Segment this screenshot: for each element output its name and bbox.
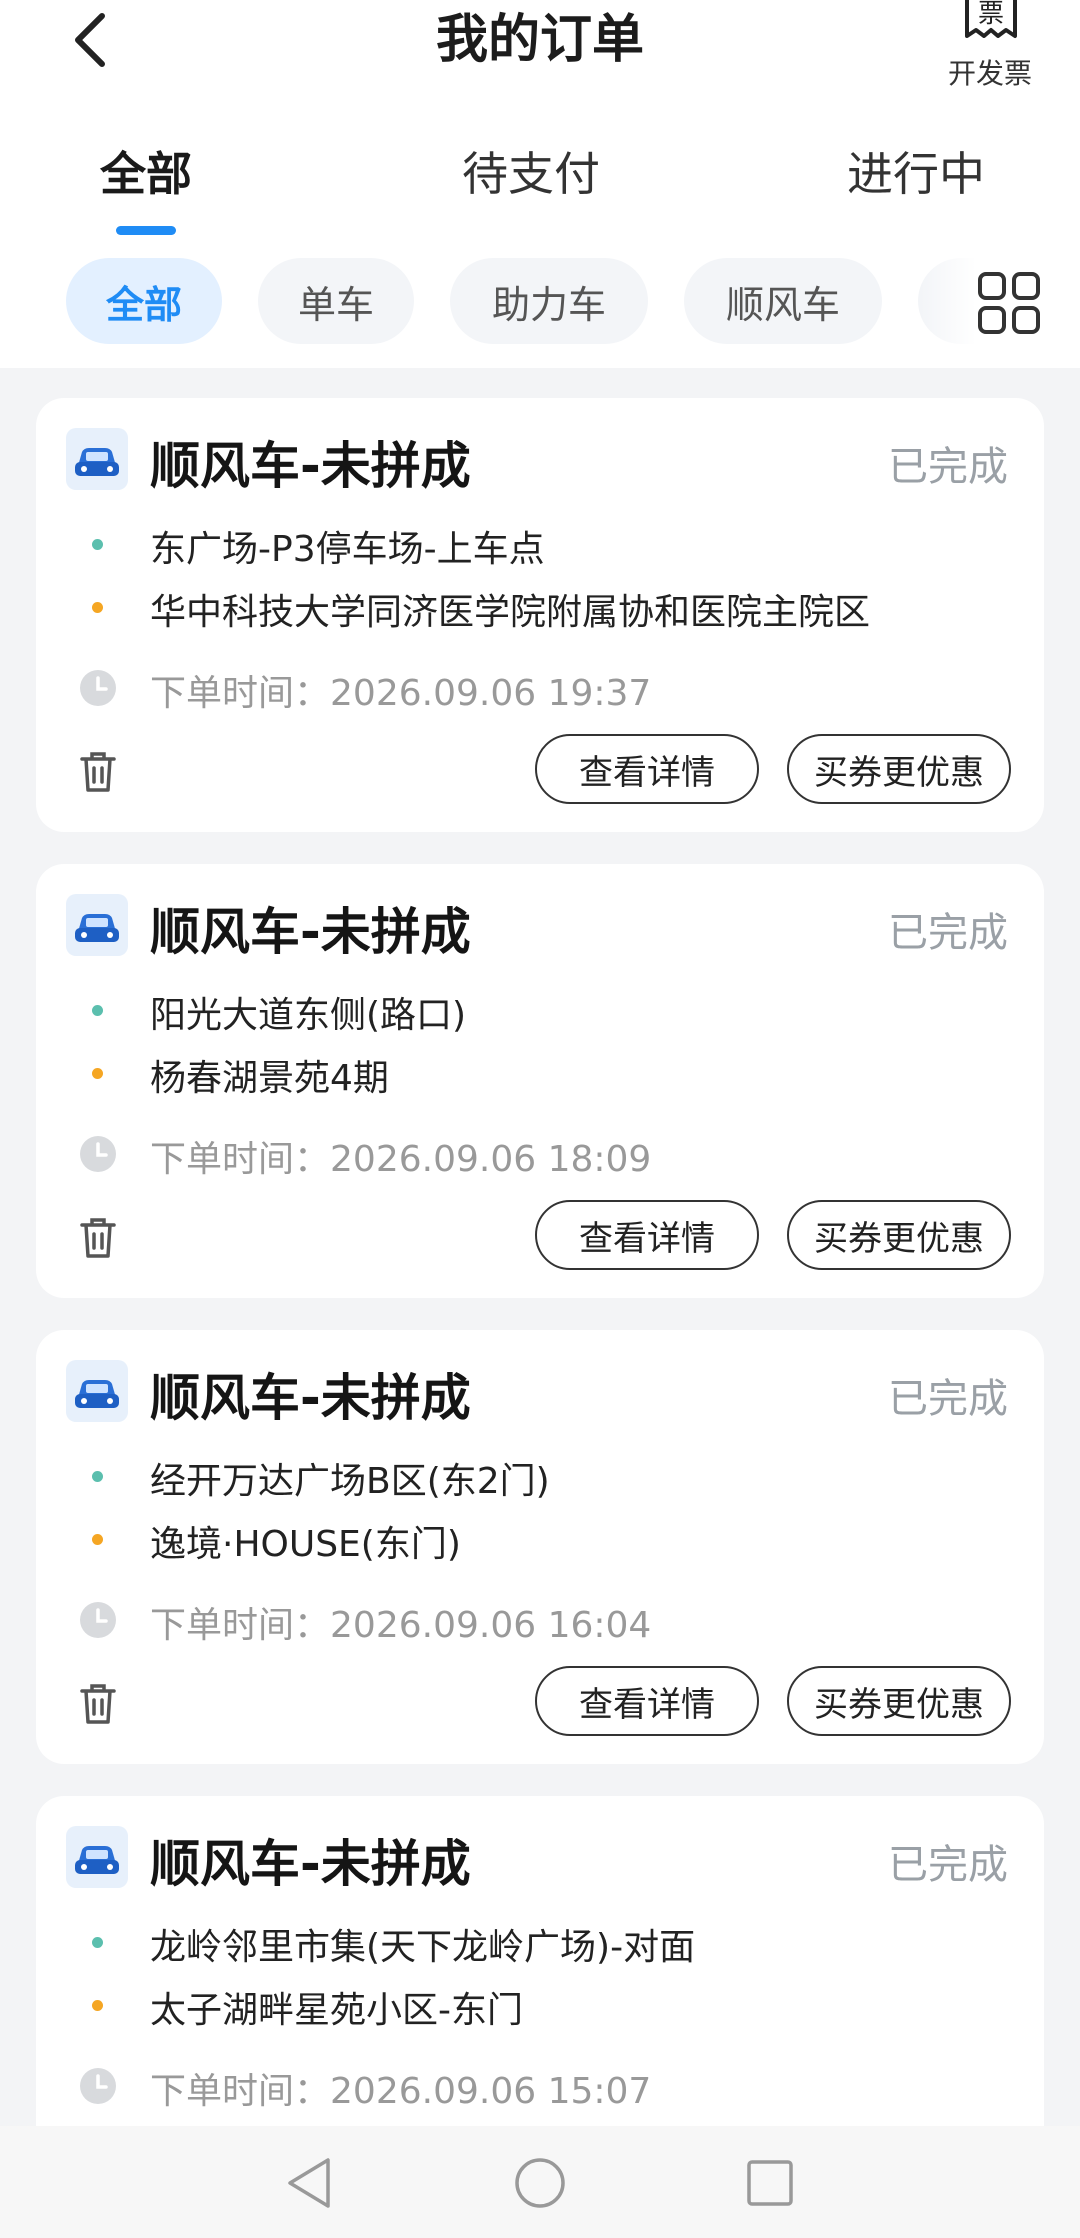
tab-pending-payment[interactable]: 待支付	[401, 138, 661, 204]
nav-back-icon[interactable]	[284, 2156, 334, 2210]
tab-all[interactable]: 全部	[16, 138, 276, 204]
buy-coupon-button[interactable]: 买券更优惠	[787, 1200, 1011, 1270]
start-address: 龙岭邻里市集(天下龙岭广场)-对面	[150, 1927, 696, 1968]
trash-icon[interactable]	[78, 1216, 118, 1260]
order-tabs: 全部 待支付 进行中	[0, 128, 1080, 238]
order-title: 顺风车-未拼成	[150, 903, 471, 961]
order-title: 顺风车-未拼成	[150, 437, 471, 495]
invoice-button[interactable]: 票 开发票	[930, 0, 1050, 92]
start-dot	[92, 1937, 103, 1948]
grid-icon[interactable]	[976, 270, 1042, 336]
clock-icon	[80, 670, 116, 706]
order-time-label: 下单时间：	[150, 673, 331, 714]
category-chips: 全部 单车 助力车 顺风车	[0, 258, 1080, 348]
start-dot	[92, 1471, 103, 1482]
clock-icon	[80, 1136, 116, 1172]
order-title: 顺风车-未拼成	[150, 1369, 471, 1427]
tab-active-indicator	[116, 226, 176, 235]
nav-home-icon[interactable]	[513, 2156, 567, 2210]
order-card[interactable]: 顺风车-未拼成 已完成 东广场-P3停车场-上车点 华中科技大学同济医学院附属协…	[36, 398, 1044, 832]
clock-icon	[80, 2068, 116, 2104]
end-address: 逸境·HOUSE(东门)	[150, 1524, 461, 1565]
view-detail-button[interactable]: 查看详情	[535, 1200, 759, 1270]
top-bar: 我的订单 票 开发票 全部 待支付 进行中 全部 单车 助力车 顺风车	[0, 0, 1080, 368]
end-dot	[92, 1068, 103, 1079]
car-icon	[66, 428, 128, 490]
view-detail-button[interactable]: 查看详情	[535, 734, 759, 804]
start-address: 阳光大道东侧(路口)	[150, 995, 467, 1036]
receipt-icon-glyph: 票	[978, 0, 1004, 29]
order-card[interactable]: 顺风车-未拼成 已完成 阳光大道东侧(路口) 杨春湖景苑4期 下单时间：2026…	[36, 864, 1044, 1298]
end-address: 太子湖畔星苑小区-东门	[150, 1990, 523, 2031]
order-title: 顺风车-未拼成	[150, 1835, 471, 1893]
order-time-value: 2026.09.06 16:04	[330, 1605, 652, 1646]
trash-icon[interactable]	[78, 1682, 118, 1726]
chip-all[interactable]: 全部	[66, 258, 222, 344]
order-status: 已完成	[888, 1376, 1008, 1422]
order-status: 已完成	[888, 910, 1008, 956]
order-time: 下单时间：2026.09.06 18:09	[150, 1130, 651, 1182]
car-icon	[66, 1826, 128, 1888]
order-time: 下单时间：2026.09.06 16:04	[150, 1596, 651, 1648]
chip-ebike[interactable]: 助力车	[450, 258, 648, 344]
start-address: 经开万达广场B区(东2门)	[150, 1461, 550, 1502]
start-dot	[92, 539, 103, 550]
start-address: 东广场-P3停车场-上车点	[150, 529, 545, 570]
order-time-label: 下单时间：	[150, 1605, 331, 1646]
order-time: 下单时间：2026.09.06 15:07	[150, 2062, 651, 2114]
chip-bike[interactable]: 单车	[258, 258, 414, 344]
tab-in-progress[interactable]: 进行中	[786, 138, 1046, 204]
car-icon	[66, 1360, 128, 1422]
end-address: 华中科技大学同济医学院附属协和医院主院区	[150, 592, 871, 633]
clock-icon	[80, 1602, 116, 1638]
order-card[interactable]: 顺风车-未拼成 已完成 经开万达广场B区(东2门) 逸境·HOUSE(东门) 下…	[36, 1330, 1044, 1764]
end-address: 杨春湖景苑4期	[150, 1058, 389, 1099]
receipt-icon: 票	[965, 0, 1017, 38]
order-time: 下单时间：2026.09.06 19:37	[150, 664, 651, 716]
buy-coupon-button[interactable]: 买券更优惠	[787, 1666, 1011, 1736]
system-navigation-bar	[0, 2126, 1080, 2238]
end-dot	[92, 2000, 103, 2011]
order-time-label: 下单时间：	[150, 1139, 331, 1180]
order-status: 已完成	[888, 1842, 1008, 1888]
start-dot	[92, 1005, 103, 1016]
back-button[interactable]	[50, 0, 130, 80]
order-time-value: 2026.09.06 18:09	[330, 1139, 652, 1180]
car-icon	[66, 894, 128, 956]
chevron-left-icon	[75, 13, 105, 67]
view-detail-button[interactable]: 查看详情	[535, 1666, 759, 1736]
buy-coupon-button[interactable]: 买券更优惠	[787, 734, 1011, 804]
chip-carpool[interactable]: 顺风车	[684, 258, 882, 344]
end-dot	[92, 602, 103, 613]
order-time-value: 2026.09.06 15:07	[330, 2071, 652, 2112]
order-time-label: 下单时间：	[150, 2071, 331, 2112]
page-title: 我的订单	[435, 10, 644, 70]
end-dot	[92, 1534, 103, 1545]
nav-recents-icon[interactable]	[745, 2156, 795, 2210]
invoice-label: 开发票	[947, 57, 1032, 90]
trash-icon[interactable]	[78, 750, 118, 794]
order-time-value: 2026.09.06 19:37	[330, 673, 652, 714]
order-status: 已完成	[888, 444, 1008, 490]
